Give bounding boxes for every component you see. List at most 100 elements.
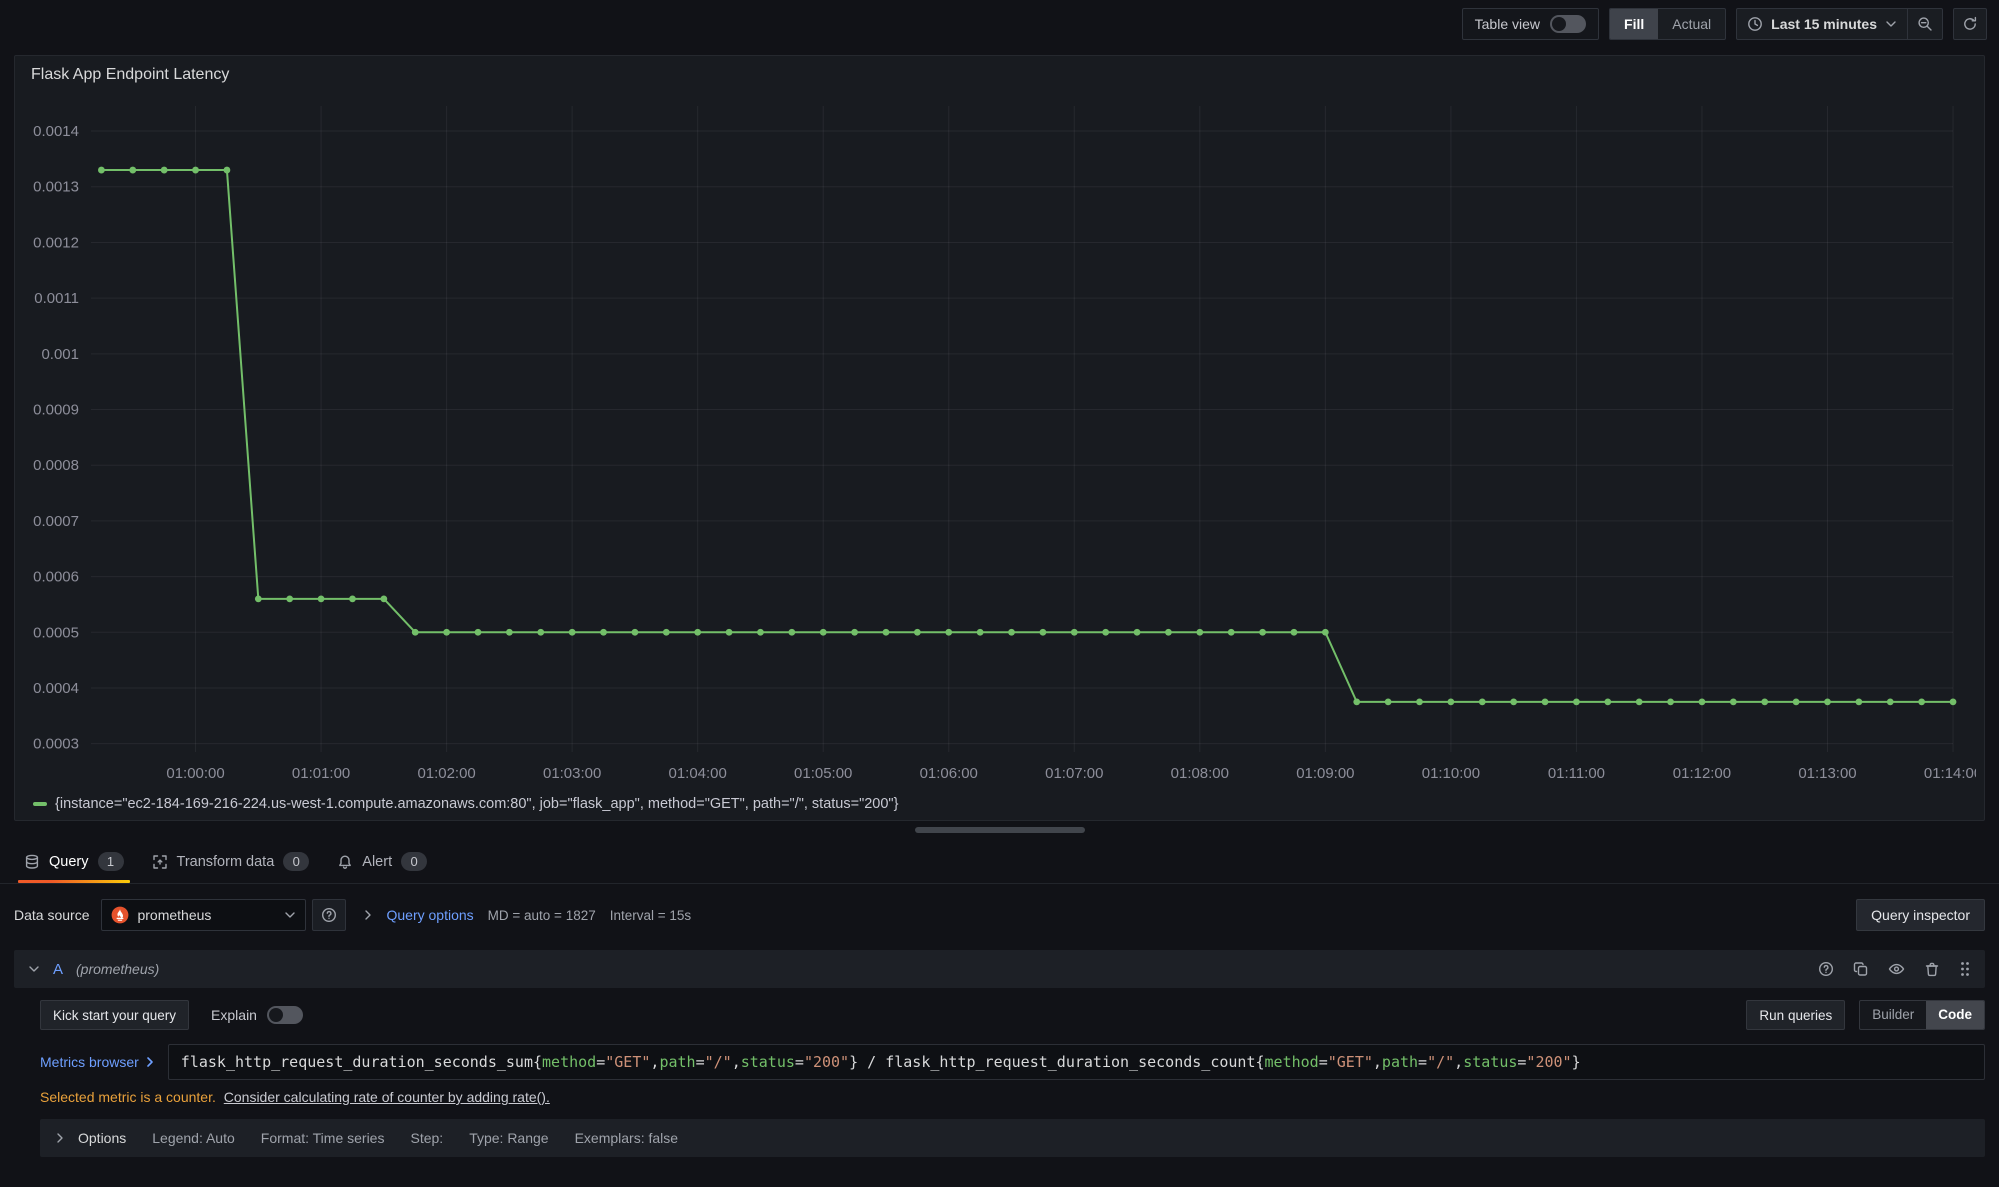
zoom-out-button[interactable] <box>1908 9 1942 39</box>
svg-text:01:06:00: 01:06:00 <box>920 765 978 782</box>
query-body: Kick start your query Explain Run querie… <box>14 988 1985 1157</box>
promql-token-string: "GET" <box>1328 1053 1373 1071</box>
tab-alert[interactable]: Alert 0 <box>323 840 441 883</box>
svg-text:01:13:00: 01:13:00 <box>1798 765 1856 782</box>
options-label[interactable]: Options <box>78 1130 126 1146</box>
tab-alert-count: 0 <box>401 852 427 871</box>
svg-text:01:03:00: 01:03:00 <box>543 765 601 782</box>
option-item: Type: Range <box>469 1130 548 1146</box>
help-circle-icon[interactable] <box>1818 961 1834 977</box>
promql-token-label: method <box>542 1053 596 1071</box>
help-circle-icon <box>321 907 337 923</box>
chevron-down-icon <box>1885 20 1897 28</box>
top-toolbar: Table view Fill Actual Last 15 minutes <box>0 0 1999 48</box>
editor-tabs: Query 1 Transform data 0 Alert 0 <box>0 840 1999 884</box>
bell-icon <box>337 854 353 870</box>
zoom-out-icon <box>1917 16 1933 32</box>
query-editor-section: Data source prometheus Query option <box>0 884 1999 1187</box>
svg-text:01:05:00: 01:05:00 <box>794 765 852 782</box>
panel-title: Flask App Endpoint Latency <box>15 56 1984 84</box>
svg-text:01:07:00: 01:07:00 <box>1045 765 1103 782</box>
promql-token-string: "200" <box>1526 1053 1571 1071</box>
datasource-picker[interactable]: prometheus <box>101 899 306 931</box>
code-button[interactable]: Code <box>1926 1001 1984 1029</box>
svg-text:0.0005: 0.0005 <box>33 624 79 641</box>
prometheus-icon <box>111 906 129 924</box>
tab-transform-label: Transform data <box>177 854 275 870</box>
svg-text:01:10:00: 01:10:00 <box>1422 765 1480 782</box>
timeseries-panel: Flask App Endpoint Latency 01:00:00 01:01… <box>14 55 1985 821</box>
warning-text: Selected metric is a counter. <box>40 1089 216 1105</box>
query-options-row: Options Legend: Auto Format: Time series S… <box>40 1119 1985 1157</box>
svg-text:01:00:00: 01:00:00 <box>166 765 224 782</box>
refresh-button[interactable] <box>1953 8 1987 40</box>
metrics-browser-toggle[interactable]: Metrics browser <box>40 1044 168 1080</box>
query-options-link[interactable]: Query options <box>386 907 473 923</box>
drag-handle-icon[interactable] <box>1959 960 1971 978</box>
svg-text:01:11:00: 01:11:00 <box>1548 765 1605 782</box>
warning-rate-link[interactable]: Consider calculating rate of counter by … <box>224 1089 550 1105</box>
option-item: Format: Time series <box>261 1130 385 1146</box>
options-summary: Legend: Auto Format: Time series Step: Type… <box>152 1130 678 1146</box>
series-label[interactable]: {instance="ec2-184-169-216-224.us-west-1… <box>55 796 898 812</box>
chevron-right-icon[interactable] <box>56 1132 64 1144</box>
panel-editor-splitter[interactable] <box>915 827 1085 833</box>
run-queries-button[interactable]: Run queries <box>1746 1000 1845 1030</box>
table-view-toggle[interactable] <box>1550 15 1586 33</box>
tab-query[interactable]: Query 1 <box>10 840 138 883</box>
time-controls: Last 15 minutes <box>1736 8 1943 40</box>
option-item: Step: <box>410 1130 443 1146</box>
tab-query-count: 1 <box>98 852 124 871</box>
refresh-icon <box>1962 16 1978 32</box>
svg-text:0.0008: 0.0008 <box>33 457 79 474</box>
explain-toggle[interactable] <box>267 1006 303 1024</box>
svg-text:01:01:00: 01:01:00 <box>292 765 350 782</box>
explain-label: Explain <box>211 1007 257 1023</box>
chevron-down-icon <box>284 911 296 919</box>
builder-button[interactable]: Builder <box>1860 1001 1926 1029</box>
promql-token-op: = <box>1418 1053 1427 1071</box>
table-view-label: Table view <box>1475 16 1540 32</box>
duplicate-icon[interactable] <box>1853 961 1869 977</box>
eye-icon[interactable] <box>1888 961 1905 977</box>
builder-code-switch: Builder Code <box>1859 1000 1985 1030</box>
svg-text:0.0013: 0.0013 <box>33 179 79 196</box>
promql-token-label: method <box>1265 1053 1319 1071</box>
explain-group: Explain <box>211 1006 303 1024</box>
promql-token-op: , <box>1373 1053 1382 1071</box>
promql-expression-input[interactable]: flask_http_request_duration_seconds_sum {… <box>168 1044 1985 1080</box>
counter-warning-row: Selected metric is a counter. Consider c… <box>40 1089 1985 1105</box>
time-range-picker[interactable]: Last 15 minutes <box>1737 9 1907 39</box>
query-ref-id: A <box>53 961 63 978</box>
promql-token-metric: flask_http_request_duration_seconds_sum <box>181 1053 533 1071</box>
tab-transform-data[interactable]: Transform data 0 <box>138 840 324 883</box>
svg-text:0.0003: 0.0003 <box>33 736 79 753</box>
promql-token-string: "/" <box>705 1053 732 1071</box>
svg-text:01:09:00: 01:09:00 <box>1296 765 1354 782</box>
datasource-help-button[interactable] <box>312 899 346 931</box>
svg-text:01:14:00: 01:14:00 <box>1924 765 1976 782</box>
fill-button[interactable]: Fill <box>1610 9 1658 39</box>
table-view-group: Table view <box>1462 8 1599 40</box>
collapse-chevron-icon[interactable] <box>28 965 40 973</box>
promql-token-op: = <box>1319 1053 1328 1071</box>
query-inspector-button[interactable]: Query inspector <box>1856 899 1985 931</box>
trash-icon[interactable] <box>1924 961 1940 977</box>
promql-token-brace: } <box>1572 1053 1581 1071</box>
actual-button[interactable]: Actual <box>1658 9 1725 39</box>
tab-alert-label: Alert <box>362 854 392 870</box>
query-row-header[interactable]: A (prometheus) <box>14 950 1985 988</box>
promql-token-brace: { <box>1255 1053 1264 1071</box>
chart-area: 01:00:0001:01:0001:02:0001:03:0001:04:00… <box>23 90 1976 790</box>
option-item: Legend: Auto <box>152 1130 235 1146</box>
latency-chart[interactable]: 01:00:0001:01:0001:02:0001:03:0001:04:00… <box>23 90 1976 790</box>
interval-info: Interval = 15s <box>610 908 691 923</box>
chevron-right-icon[interactable] <box>364 909 372 921</box>
kick-start-button[interactable]: Kick start your query <box>40 1000 189 1030</box>
fill-actual-group: Fill Actual <box>1609 8 1726 40</box>
promql-token-string: "200" <box>804 1053 849 1071</box>
promql-token-label: path <box>1382 1053 1418 1071</box>
svg-text:0.0007: 0.0007 <box>33 513 79 530</box>
promql-token-metric: flask_http_request_duration_seconds_coun… <box>885 1053 1255 1071</box>
promql-token-label: path <box>659 1053 695 1071</box>
